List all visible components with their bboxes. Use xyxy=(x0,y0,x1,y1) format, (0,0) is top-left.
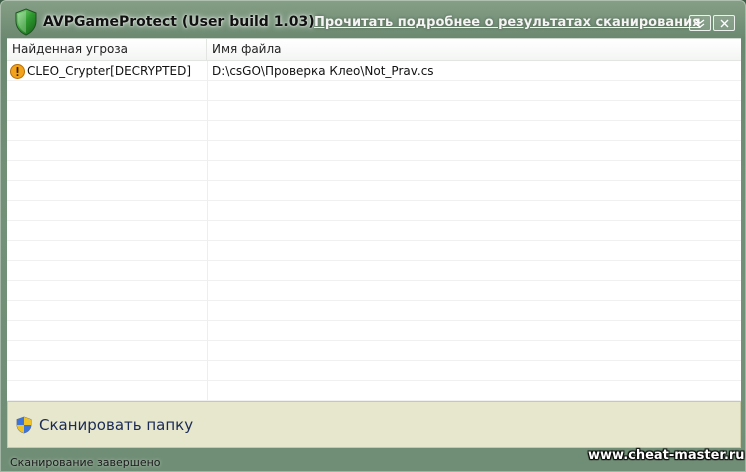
window-title: AVPGameProtect (User build 1.03) xyxy=(43,14,315,30)
scan-details-link[interactable]: Прочитать подробнее о результатах сканир… xyxy=(314,15,701,30)
table-row-empty xyxy=(7,81,741,101)
status-text: Сканирование завершено xyxy=(10,456,161,469)
close-icon xyxy=(720,19,729,28)
table-row-empty xyxy=(7,141,741,161)
file-path: D:\csGO\Проверка Клео\Not_Prav.cs xyxy=(212,64,434,78)
threats-table: Найденная угроза Имя файла CLEO_Crypter[… xyxy=(7,38,741,402)
title-bar[interactable]: AVPGameProtect (User build 1.03) Прочита… xyxy=(0,0,746,38)
minimize-button[interactable] xyxy=(689,15,711,31)
table-row-empty xyxy=(7,241,741,261)
column-header-threat[interactable]: Найденная угроза xyxy=(7,39,207,60)
table-row-empty xyxy=(7,161,741,181)
app-window: AVPGameProtect (User build 1.03) Прочита… xyxy=(0,0,746,472)
warning-icon xyxy=(10,63,25,79)
table-row[interactable]: CLEO_Crypter[DECRYPTED] D:\csGO\Проверка… xyxy=(7,61,741,81)
table-row-empty xyxy=(7,101,741,121)
table-row-empty xyxy=(7,301,741,321)
close-button[interactable] xyxy=(713,15,735,31)
table-row-empty xyxy=(7,221,741,241)
uac-shield-icon xyxy=(16,416,32,434)
threat-name: CLEO_Crypter[DECRYPTED] xyxy=(27,64,191,78)
scan-folder-label: Сканировать папку xyxy=(39,416,194,434)
threat-cell: CLEO_Crypter[DECRYPTED] xyxy=(10,61,205,81)
action-bar: Сканировать папку xyxy=(7,401,741,448)
chevron-down-double-icon xyxy=(695,18,705,28)
column-divider xyxy=(207,61,208,402)
shield-logo-icon xyxy=(14,8,38,36)
table-row-empty xyxy=(7,341,741,361)
table-row-empty xyxy=(7,361,741,381)
scan-folder-button[interactable]: Сканировать папку xyxy=(16,412,193,438)
table-row-empty xyxy=(7,321,741,341)
table-row-empty xyxy=(7,261,741,281)
table-row-empty xyxy=(7,281,741,301)
watermark-text: www.cheat-master.ru xyxy=(588,448,745,463)
table-row-empty xyxy=(7,381,741,401)
table-row-empty xyxy=(7,121,741,141)
table-row-empty xyxy=(7,201,741,221)
table-body: CLEO_Crypter[DECRYPTED] D:\csGO\Проверка… xyxy=(7,61,741,402)
column-header-file[interactable]: Имя файла xyxy=(207,39,741,60)
table-header: Найденная угроза Имя файла xyxy=(7,39,741,61)
table-row-empty xyxy=(7,181,741,201)
